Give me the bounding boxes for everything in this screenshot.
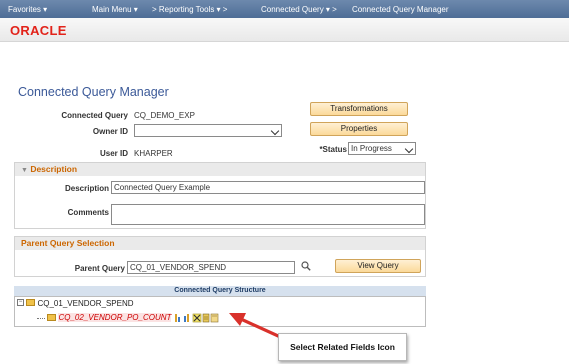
callout-arrow [229,313,289,342]
annotation-callout: Select Related Fields Icon [278,333,407,361]
